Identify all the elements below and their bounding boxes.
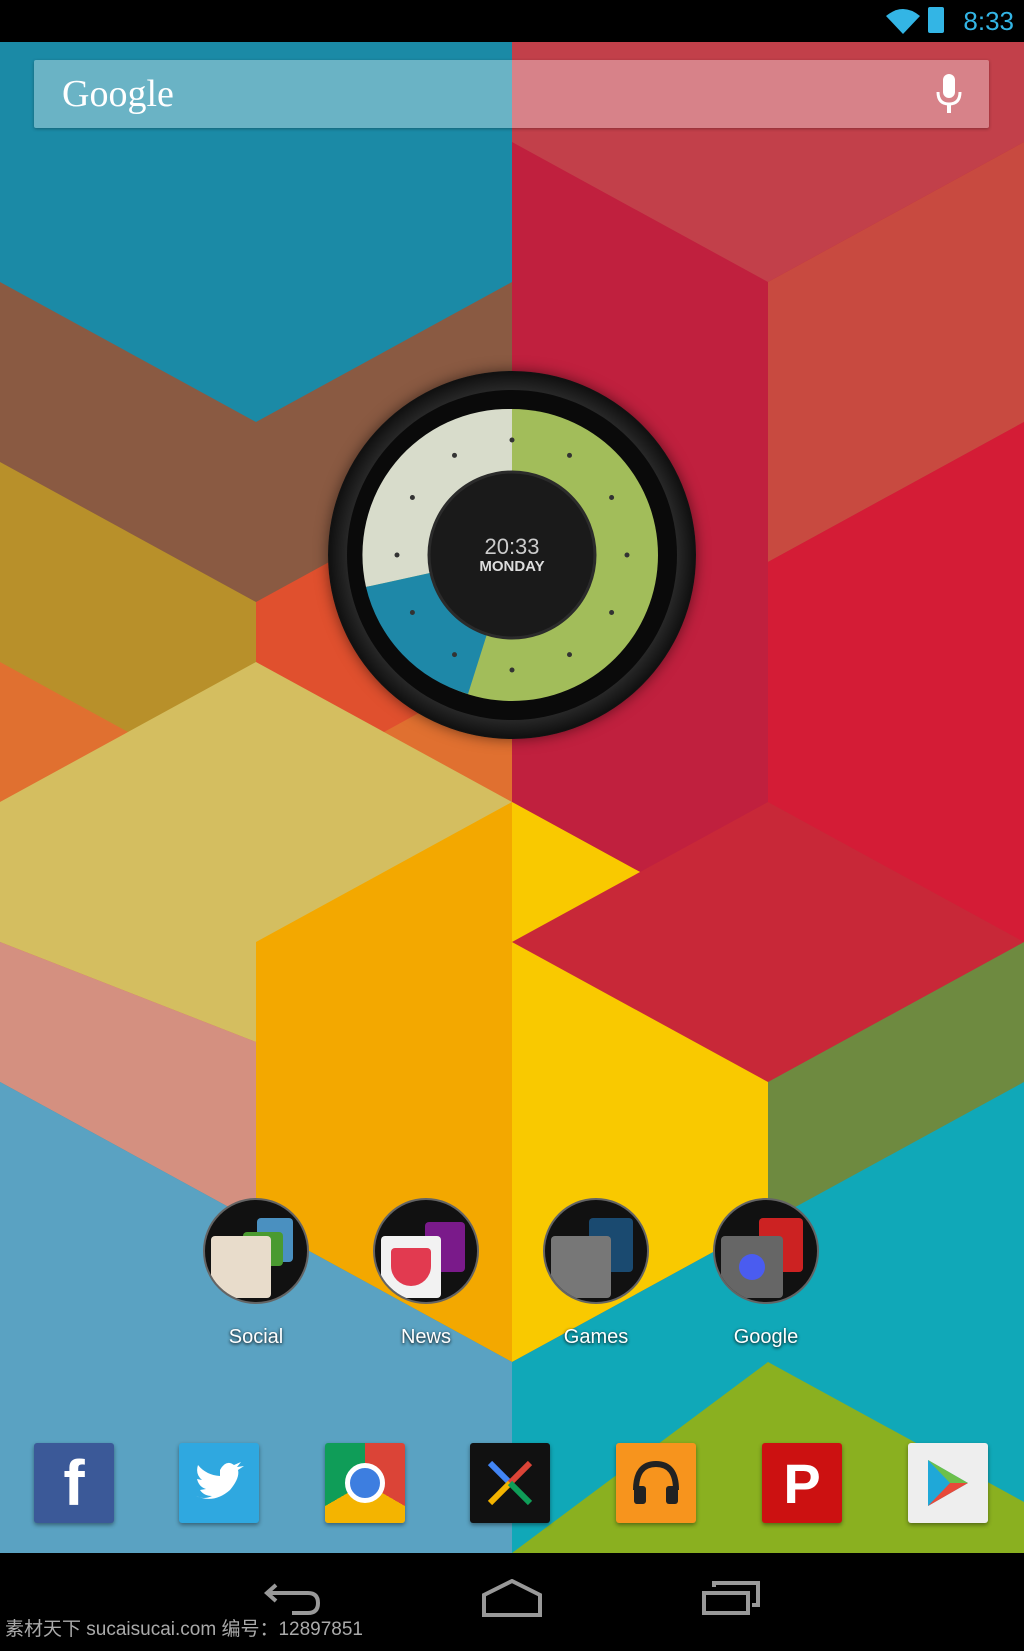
folder-news[interactable]: News <box>366 1198 486 1349</box>
facebook-app-icon[interactable]: f <box>34 1443 114 1523</box>
wifi-icon <box>886 9 920 34</box>
back-button[interactable] <box>264 1583 324 1617</box>
folder-games[interactable]: Games <box>536 1198 656 1349</box>
twitter-app-icon[interactable] <box>179 1443 259 1523</box>
nexus-app-icon[interactable] <box>470 1443 550 1523</box>
google-folder-icon <box>713 1198 819 1304</box>
news-folder-icon <box>373 1198 479 1304</box>
pinterest-app-icon[interactable]: P <box>762 1443 842 1523</box>
wallpaper <box>0 42 1024 1553</box>
folder-label: Google <box>733 1326 799 1348</box>
games-folder-icon <box>543 1198 649 1304</box>
folder-label: News <box>400 1326 451 1348</box>
status-time: 8:33 <box>963 6 1014 36</box>
recents-button[interactable] <box>702 1581 762 1615</box>
chrome-center-icon <box>345 1463 385 1503</box>
chrome-app-icon[interactable] <box>325 1443 405 1523</box>
watermark: 素材天下 sucaisucai.com 编号：12897851 <box>5 1619 363 1640</box>
status-bar: 8:33 <box>0 0 1024 42</box>
clock-widget[interactable]: 20:33 MONDAY <box>328 371 696 739</box>
social-folder-icon <box>203 1198 309 1304</box>
play-music-app-icon[interactable] <box>616 1443 696 1523</box>
home-button[interactable] <box>482 1579 542 1617</box>
hour-tick <box>509 437 515 443</box>
clock-day: MONDAY <box>479 558 545 575</box>
x-icon <box>487 1460 533 1506</box>
bird-icon <box>196 1462 244 1499</box>
hour-tick <box>452 452 457 458</box>
play-store-app-icon[interactable] <box>908 1443 988 1523</box>
folder-label: Social <box>228 1326 284 1348</box>
folder-social[interactable]: Social <box>196 1198 316 1349</box>
google-search-bar[interactable]: Google <box>34 60 989 128</box>
hour-tick <box>609 495 615 500</box>
play-icon <box>928 1460 968 1506</box>
hour-tick <box>509 667 515 673</box>
hour-tick <box>567 452 572 458</box>
hour-tick <box>409 495 415 500</box>
folder-google[interactable]: Google <box>706 1198 826 1349</box>
folder-label: Games <box>563 1326 629 1348</box>
clock-time: 20:33 <box>484 534 540 559</box>
google-logo: Google <box>62 73 174 115</box>
hour-tick <box>409 610 415 615</box>
hour-tick <box>452 652 457 658</box>
hour-tick <box>567 652 572 658</box>
headphones-icon <box>633 1460 679 1504</box>
microphone-icon[interactable] <box>935 74 963 114</box>
battery-charging-icon <box>928 7 944 33</box>
hour-tick <box>609 610 615 615</box>
